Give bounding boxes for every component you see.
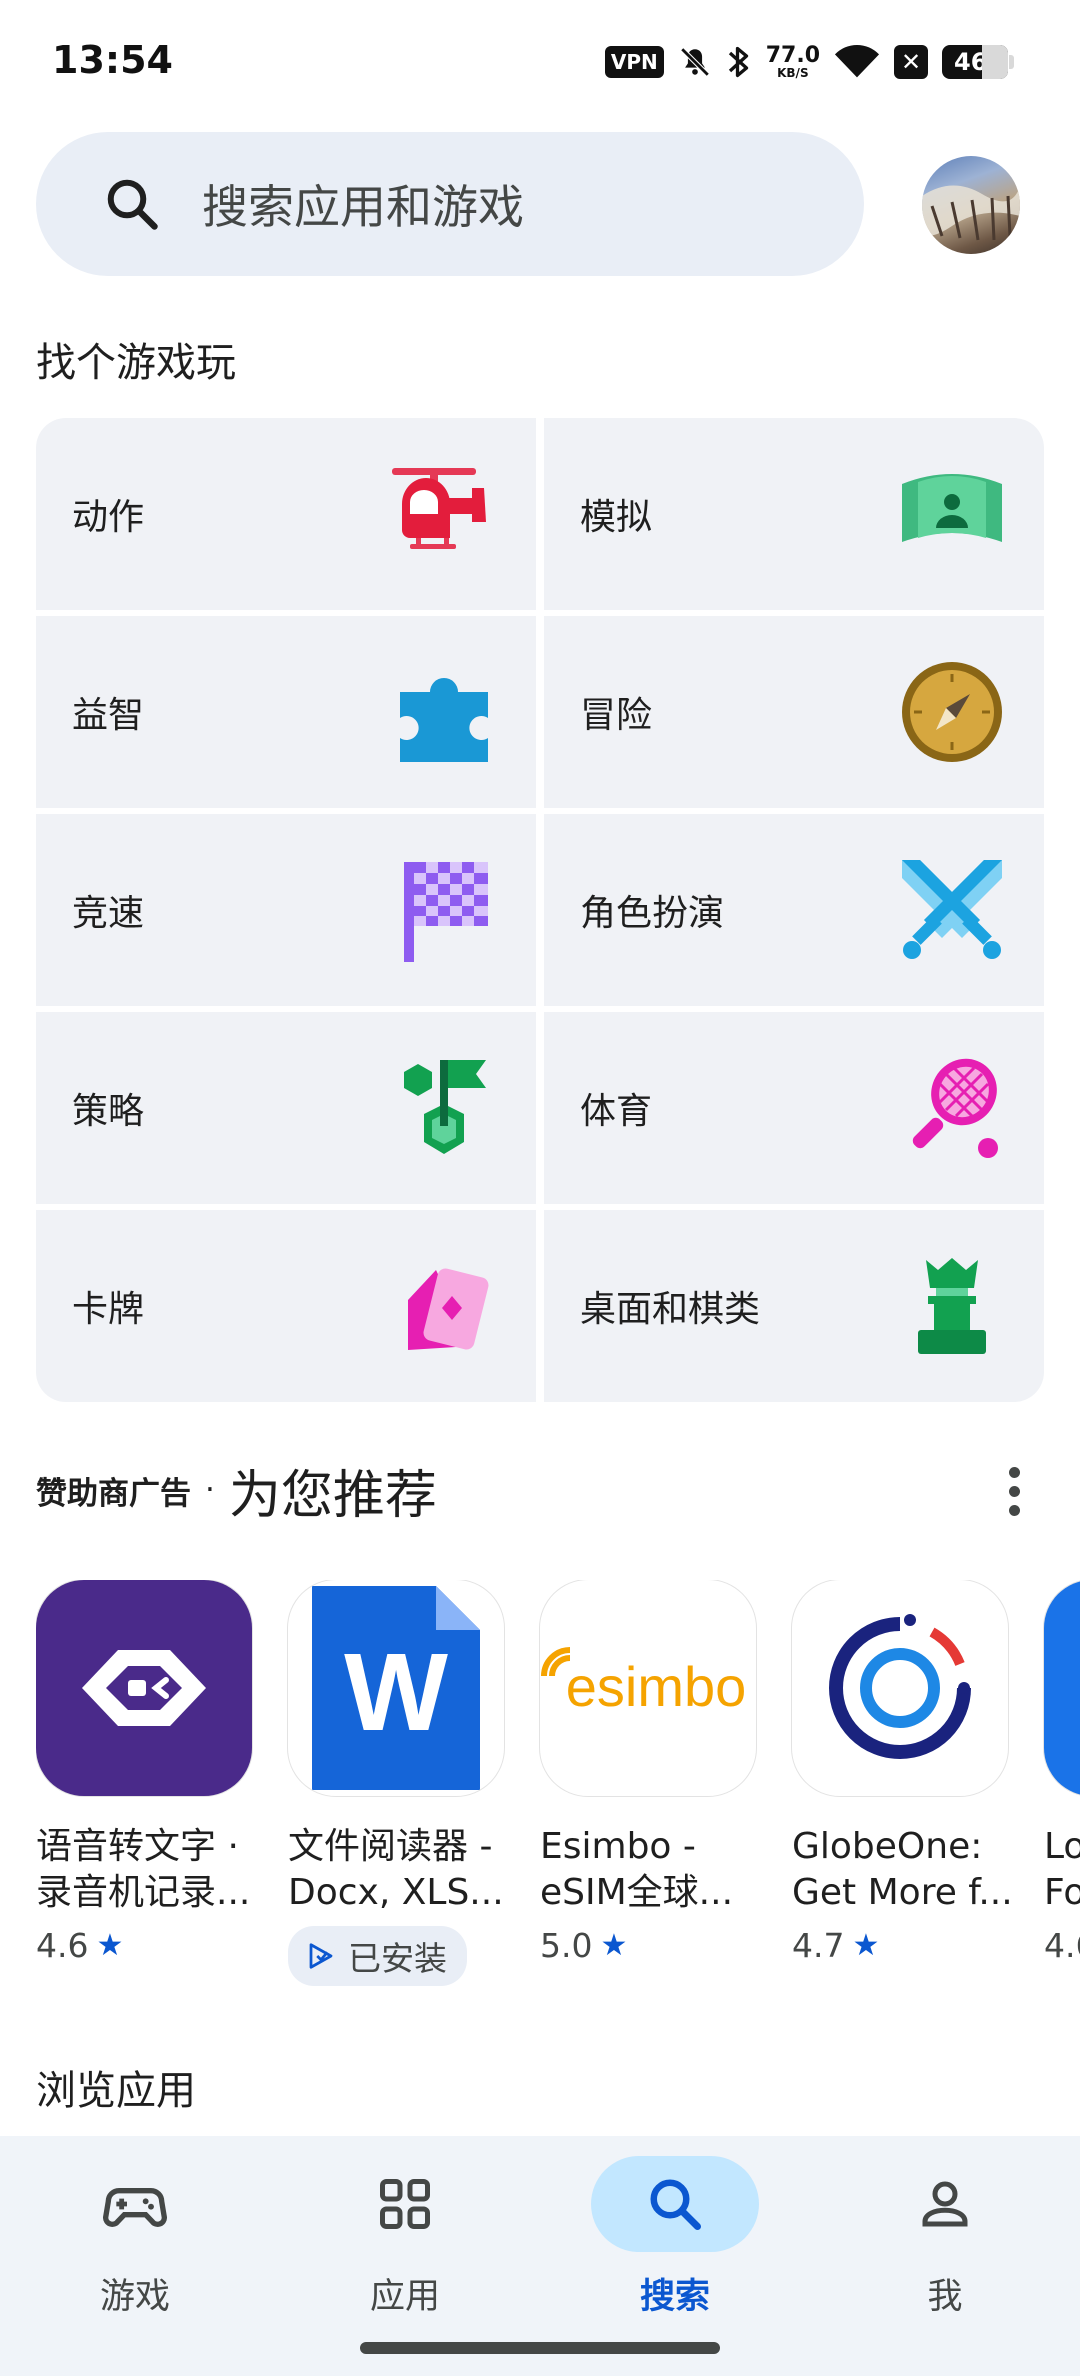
checkered-flag-icon — [404, 862, 488, 962]
app-rating: 4.7 ★ — [792, 1926, 880, 1965]
bottom-navigation: 游戏 应用 搜索 我 — [0, 2136, 1080, 2376]
category-board[interactable]: 桌面和棋类 — [544, 1210, 1044, 1402]
app-rating: 4.6 — [1044, 1926, 1080, 1965]
recommended-title: 为您推荐 — [228, 1465, 437, 1526]
category-action[interactable]: 动作 — [36, 418, 536, 610]
gamepad-icon — [103, 2188, 167, 2227]
star-icon: ★ — [600, 1928, 628, 1963]
search-input[interactable]: 搜索应用和游戏 — [202, 171, 524, 237]
app-name: Lo Fo — [1044, 1826, 1080, 1913]
home-indicator[interactable] — [360, 2342, 720, 2354]
app-name: 语音转文字 · 录音机记录... — [36, 1826, 251, 1913]
chess-rook-icon — [918, 1258, 986, 1354]
category-sports[interactable]: 体育 — [544, 1012, 1044, 1204]
helicopter-icon — [392, 468, 486, 549]
category-puzzle[interactable]: 益智 — [36, 616, 536, 808]
app-icon[interactable]: esimbo — [540, 1580, 756, 1796]
nav-pill-active — [591, 2156, 759, 2252]
recommended-header: 赞助商广告 · 为您推荐 — [36, 1450, 1044, 1530]
wifi-icon — [834, 44, 880, 78]
nav-pill — [321, 2156, 489, 2252]
app-card-globeone[interactable]: GlobeOne: Get More f... 4.7 ★ — [792, 1580, 1014, 1965]
category-card[interactable]: 卡牌 — [36, 1210, 536, 1402]
category-racing[interactable]: 竞速 — [36, 814, 536, 1006]
esimbo-logo-icon: esimbo — [541, 1647, 747, 1718]
playing-cards-icon — [408, 1268, 489, 1350]
more-options-icon[interactable] — [984, 1456, 1044, 1526]
robot-face-icon — [82, 1650, 206, 1726]
app-card-voice-to-text[interactable]: 语音转文字 · 录音机记录... 4.6 ★ — [36, 1580, 258, 1965]
games-section-title: 找个游戏玩 — [36, 340, 236, 386]
puzzle-piece-icon — [400, 677, 488, 762]
crossed-swords-icon — [902, 860, 1002, 959]
nav-apps[interactable]: 应用 — [270, 2156, 540, 2346]
nav-search[interactable]: 搜索 — [540, 2156, 810, 2346]
status-bar: 13:54 VPN 77.0 KB/S ✕ 46 — [0, 0, 1080, 120]
battery-icon: 46 — [942, 45, 1014, 79]
tennis-racket-icon — [912, 1058, 998, 1158]
app-icon[interactable] — [792, 1580, 1008, 1796]
recommended-app-list[interactable]: 语音转文字 · 录音机记录... 4.6 ★ W 文件阅读器 - Docx, X… — [36, 1580, 1080, 2000]
avatar[interactable] — [922, 156, 1020, 254]
game-category-grid: 动作 模拟 益智 冒险 竞速 角色扮演 策略 体育 卡牌 桌面和棋类 — [36, 418, 1044, 1402]
avatar-image — [922, 185, 1020, 241]
installed-badge: 已安装 — [288, 1926, 467, 1986]
category-simulation[interactable]: 模拟 — [544, 418, 1044, 610]
compass-icon — [902, 662, 1002, 762]
svg-text:esimbo: esimbo — [566, 1655, 747, 1718]
app-rating: 5.0 ★ — [540, 1926, 628, 1965]
star-icon: ★ — [96, 1928, 124, 1963]
app-card-partial[interactable]: Lo Fo 4.6 — [1044, 1580, 1080, 1965]
separator-dot: · — [205, 1472, 215, 1508]
app-icon[interactable]: W — [288, 1580, 504, 1796]
app-card-file-reader[interactable]: W 文件阅读器 - Docx, XLS... 已安装 — [288, 1580, 510, 1986]
strategy-flag-icon — [404, 1060, 486, 1154]
category-adventure[interactable]: 冒险 — [544, 616, 1044, 808]
star-icon: ★ — [852, 1928, 880, 1963]
play-installed-icon — [309, 1943, 333, 1969]
browse-apps-title: 浏览应用 — [36, 2068, 196, 2114]
search-bar[interactable]: 搜索应用和游戏 — [36, 132, 864, 276]
app-icon[interactable] — [36, 1580, 252, 1796]
status-icons: VPN 77.0 KB/S ✕ 46 — [604, 40, 1014, 84]
network-speed: 77.0 KB/S — [765, 43, 820, 80]
search-icon — [107, 179, 158, 230]
app-rating: 4.6 ★ — [36, 1926, 124, 1965]
apps-grid-icon — [380, 2179, 430, 2229]
app-card-esimbo[interactable]: esimbo Esimbo - eSIM全球... 5.0 ★ — [540, 1580, 762, 1965]
app-name: Esimbo - eSIM全球... — [540, 1826, 734, 1913]
sponsored-label: 赞助商广告 — [36, 1475, 191, 1512]
person-icon — [922, 2181, 968, 2227]
app-name: 文件阅读器 - Docx, XLS... — [288, 1826, 504, 1913]
vpn-icon: VPN — [604, 46, 664, 78]
globeone-logo-icon — [829, 1614, 971, 1759]
mute-bell-icon — [680, 47, 710, 77]
svg-text:W: W — [344, 1631, 448, 1754]
close-box-icon: ✕ — [894, 45, 928, 79]
word-document-icon: W — [312, 1586, 480, 1790]
nav-pill — [51, 2156, 219, 2252]
category-strategy[interactable]: 策略 — [36, 1012, 536, 1204]
nav-games[interactable]: 游戏 — [0, 2156, 270, 2346]
app-name: GlobeOne: Get More f... — [792, 1826, 1013, 1913]
bluetooth-icon — [728, 46, 748, 78]
nav-me[interactable]: 我 — [810, 2156, 1080, 2346]
search-icon — [650, 2179, 701, 2230]
app-icon[interactable] — [1044, 1580, 1080, 1796]
simulation-screen-icon — [902, 474, 1002, 542]
status-time: 13:54 — [52, 38, 173, 82]
nav-pill — [861, 2156, 1029, 2252]
category-role-playing[interactable]: 角色扮演 — [544, 814, 1044, 1006]
